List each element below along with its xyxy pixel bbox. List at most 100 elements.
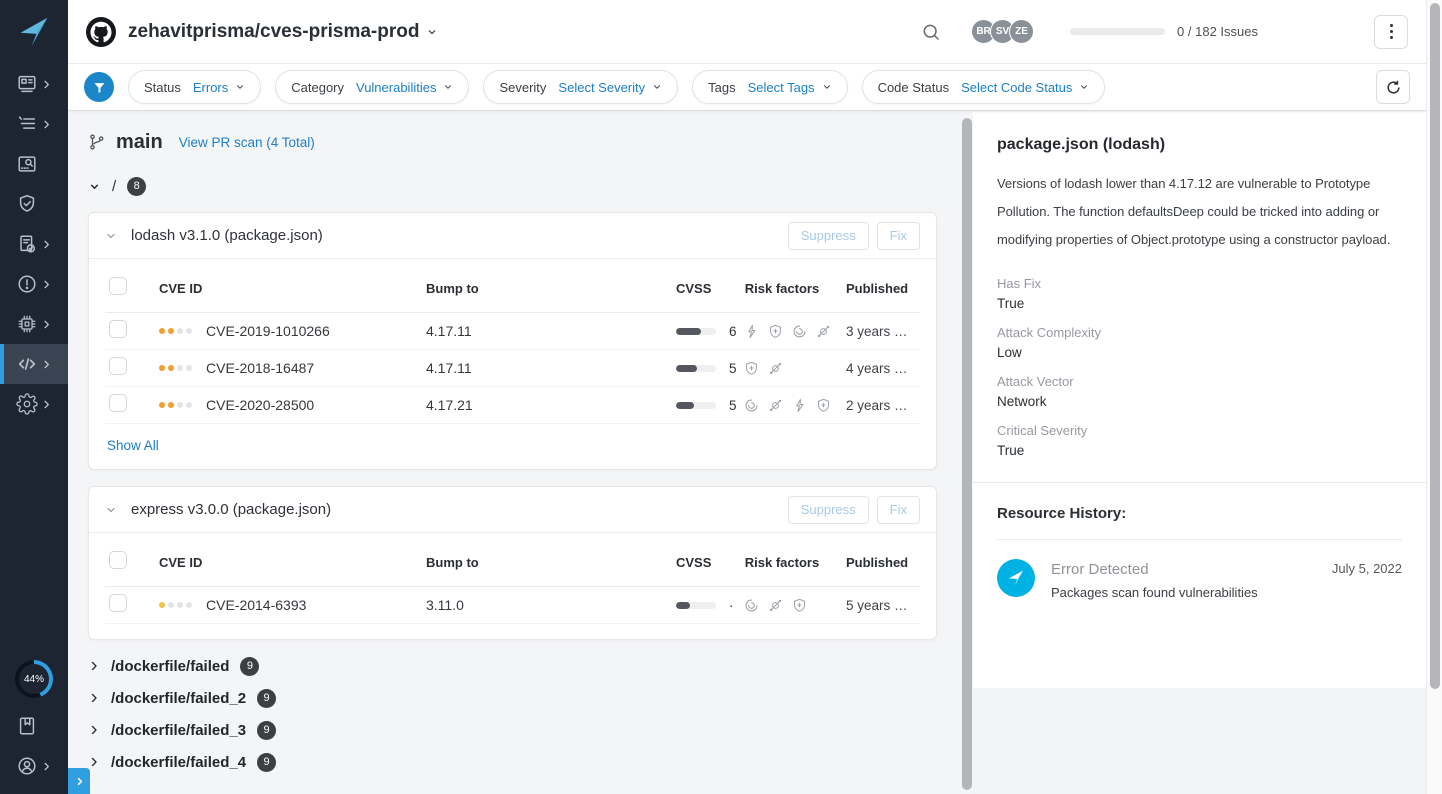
row-checkbox[interactable]	[109, 394, 127, 412]
collapse-chevron-icon[interactable]	[105, 504, 117, 516]
swirl-icon	[792, 324, 807, 339]
vulnerability-detail-card: package.json (lodash) Versions of lodash…	[973, 112, 1426, 688]
root-issue-count-badge: 8	[127, 177, 146, 196]
filter-pill-status[interactable]: StatusErrors	[128, 70, 261, 104]
row-checkbox-cell	[105, 594, 145, 617]
chevron-right-icon	[88, 724, 100, 736]
root-folder-row[interactable]: / 8	[88, 176, 937, 196]
cve-row[interactable]: CVE-2020-285004.17.2152 years …	[105, 387, 920, 424]
filter-value-text: Select Code Status	[961, 80, 1072, 95]
sidebar-item-policy-doc[interactable]	[0, 224, 68, 264]
chevron-right-icon	[41, 761, 52, 772]
filter-pill-code-status[interactable]: Code StatusSelect Code Status	[862, 70, 1106, 104]
select-all-checkbox[interactable]	[109, 551, 127, 569]
git-branch-icon	[88, 133, 106, 151]
suppress-button[interactable]: Suppress	[788, 496, 869, 524]
more-options-button[interactable]	[1374, 15, 1408, 49]
filter-value-dropdown[interactable]: Select Code Status	[961, 80, 1089, 95]
risk-factors-cell	[738, 361, 832, 376]
detail-field: Attack ComplexityLow	[997, 325, 1402, 360]
cve-row[interactable]: CVE-2018-164874.17.1154 years …	[105, 350, 920, 387]
view-pr-scan-link[interactable]: View PR scan (4 Total)	[179, 135, 315, 150]
sidebar-item-shield-check[interactable]	[0, 184, 68, 224]
cve-id: CVE-2019-1010266	[206, 323, 330, 339]
folder-row[interactable]: /dockerfile/failed_49	[88, 746, 937, 778]
row-checkbox[interactable]	[109, 594, 127, 612]
sidebar-item-alert-circle[interactable]	[0, 264, 68, 304]
detail-field-value: True	[997, 296, 1402, 311]
detail-field-label: Attack Vector	[997, 374, 1402, 389]
filter-value-dropdown[interactable]: Select Severity	[558, 80, 662, 95]
avatar-group[interactable]: BRSVZE	[971, 19, 1034, 44]
package-card: lodash v3.1.0 (package.json)SuppressFixC…	[88, 212, 937, 470]
cvss-bar	[676, 365, 716, 372]
filter-pill-severity[interactable]: SeveritySelect Severity	[483, 70, 678, 104]
filter-pill-tags[interactable]: TagsSelect Tags	[692, 70, 847, 104]
select-all-checkbox[interactable]	[109, 277, 127, 295]
show-all-link[interactable]: Show All	[105, 424, 161, 469]
search-button[interactable]	[921, 22, 941, 42]
row-checkbox-cell	[105, 394, 145, 417]
severity-dot	[177, 328, 183, 334]
brand-logo[interactable]	[0, 0, 68, 64]
folder-row[interactable]: /dockerfile/failed9	[88, 650, 937, 682]
folder-row[interactable]: /dockerfile/failed_39	[88, 714, 937, 746]
cve-row[interactable]: CVE-2019-10102664.17.1163 years …	[105, 313, 920, 350]
repo-title[interactable]: zehavitprisma/cves-prisma-prod	[128, 21, 419, 43]
filter-button[interactable]	[84, 72, 114, 102]
chevron-right-icon	[41, 319, 52, 330]
sidebar-item-account[interactable]	[16, 746, 52, 786]
history-title: Error Detected	[1051, 561, 1258, 578]
chevron-down-icon[interactable]	[426, 26, 438, 38]
history-texts: Error Detected Packages scan found vulner…	[1051, 559, 1258, 600]
fix-button[interactable]: Fix	[877, 496, 920, 524]
chevron-right-icon	[74, 776, 85, 787]
cve-table-header: CVE IDBump toCVSSRisk factorsPublished	[105, 539, 920, 587]
sidebar-item-list[interactable]	[0, 104, 68, 144]
history-subtitle: Packages scan found vulnerabilities	[1051, 585, 1258, 600]
sidebar-item-boards[interactable]	[0, 64, 68, 104]
severity-dot	[168, 602, 174, 608]
folder-row[interactable]: /dockerfile/failed_29	[88, 682, 937, 714]
detail-description: Versions of lodash lower than 4.17.12 ar…	[997, 170, 1407, 254]
collapse-chevron-icon[interactable]	[105, 230, 117, 242]
cve-row[interactable]: CVE-2014-63933.11.0·5 years …	[105, 587, 920, 624]
filter-value-dropdown[interactable]: Select Tags	[748, 80, 832, 95]
severity-dot	[177, 402, 183, 408]
cvss-value: ·	[729, 598, 734, 613]
avatar[interactable]: ZE	[1009, 19, 1034, 44]
bump-to-version: 4.17.11	[422, 323, 672, 339]
folder-name: /dockerfile/failed	[111, 658, 229, 675]
sidebar-expand-button[interactable]	[68, 768, 90, 794]
cve-cell: CVE-2019-1010266	[145, 323, 422, 339]
package-title: express v3.0.0 (package.json)	[131, 501, 331, 518]
github-icon	[86, 17, 116, 47]
filter-value-dropdown[interactable]: Errors	[193, 80, 245, 95]
severity-dot	[168, 365, 174, 371]
sidebar-item-code[interactable]	[0, 344, 68, 384]
main-scrollbar-thumb[interactable]	[962, 118, 972, 790]
package-card-header: express v3.0.0 (package.json) Suppress Fix	[89, 487, 936, 533]
page-scrollbar-thumb[interactable]	[1430, 3, 1440, 689]
cvss-cell: 6	[672, 324, 738, 339]
scan-progress-ring[interactable]: 44%	[15, 660, 53, 698]
filter-value-dropdown[interactable]: Vulnerabilities	[356, 80, 453, 95]
filter-value-text: Vulnerabilities	[356, 80, 436, 95]
fix-button[interactable]: Fix	[877, 222, 920, 250]
chevron-down-icon	[1079, 82, 1089, 92]
filter-pill-category[interactable]: CategoryVulnerabilities	[275, 70, 469, 104]
cvss-value: 6	[729, 324, 737, 339]
row-checkbox[interactable]	[109, 320, 127, 338]
sidebar-bottom: 44%	[0, 660, 68, 786]
cve-table: CVE IDBump toCVSSRisk factorsPublishedCV…	[89, 259, 936, 424]
sidebar-item-chip[interactable]	[0, 304, 68, 344]
row-checkbox[interactable]	[109, 357, 127, 375]
column-header: Published	[832, 555, 920, 570]
folder-name: /dockerfile/failed_2	[111, 690, 246, 707]
sidebar-item-gear[interactable]	[0, 384, 68, 424]
sidebar-item-image-scan[interactable]	[0, 144, 68, 184]
main-content: main View PR scan (4 Total) / 8 lodash v…	[68, 112, 961, 794]
suppress-button[interactable]: Suppress	[788, 222, 869, 250]
reset-filters-button[interactable]	[1376, 70, 1410, 104]
sidebar-item-book[interactable]	[16, 706, 52, 746]
